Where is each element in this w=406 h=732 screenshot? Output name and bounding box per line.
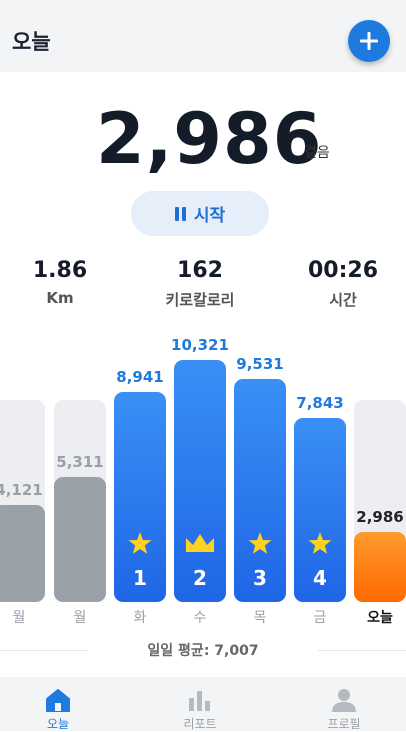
stat-distance: 1.86 Km [0,258,120,307]
tab-today-label: 오늘 [46,717,70,731]
tab-today[interactable]: 오늘 [8,685,108,732]
bar-value-label: 4,121 [0,481,43,499]
bar-category-label: 오늘 [367,610,393,626]
bar [0,505,45,602]
step-count: 2,986 [96,98,323,180]
bar-category-label: 화 [134,610,147,626]
step-counter: 2,986 걸음 [0,98,406,180]
tab-report[interactable]: 리포트 [150,685,250,732]
bar-value-label: 2,986 [356,508,403,526]
bar-value-label: 10,321 [171,336,229,354]
person-icon [332,689,356,712]
bar-value-label: 8,941 [116,368,163,386]
bar-category-label: 금 [314,610,327,626]
bar-value-label: 5,311 [56,453,103,471]
tab-profile-label: 프로필 [327,717,361,731]
rank-number: 3 [253,566,267,590]
bar-value-label: 9,531 [236,355,283,373]
pause-icon [174,206,186,221]
stat-time-label: 시간 [329,291,357,309]
tab-report-label: 리포트 [183,717,217,731]
bar-value-label: 7,843 [296,394,343,412]
rank-number: 1 [133,566,147,590]
stat-calories: 162 키로칼로리 [140,258,260,310]
tab-profile[interactable]: 프로필 [294,685,394,732]
bar-category-label: 수 [194,610,207,626]
step-unit: 걸음 [304,145,330,161]
bar-category-label: 목 [254,610,267,626]
weekly-steps-chart: 4,121 월 5,311 월 8,941 화 1 10,321 수 2 9,531 목 3 7,843 금… [0,336,406,626]
rank-number: 4 [313,566,327,590]
start-label: 시작 [193,206,226,226]
plus-icon [360,32,378,50]
rank-number: 2 [193,566,207,590]
bar-chart-icon [189,691,210,711]
stat-calories-value: 162 [177,258,223,283]
stat-time-value: 00:26 [307,258,379,283]
bar [54,477,106,602]
stat-time: 00:26 시간 [283,258,403,310]
daily-average: 일일 평균: 7,007 [147,643,259,659]
stat-distance-value: 1.86 [32,258,88,283]
stat-calories-label: 키로칼로리 [165,291,235,309]
add-button[interactable] [348,20,390,62]
bar-category-label: 월 [74,610,87,626]
bar-category-label: 월 [13,610,26,626]
start-button[interactable]: 시작 [131,191,269,236]
page-title: 오늘 [12,30,51,54]
bottom-tab-bar: 오늘 리포트 프로필 [0,677,406,731]
stat-distance-label: Km [46,289,74,307]
bar [354,532,406,602]
home-icon [46,689,70,712]
top-bar: 오늘 [0,0,406,72]
